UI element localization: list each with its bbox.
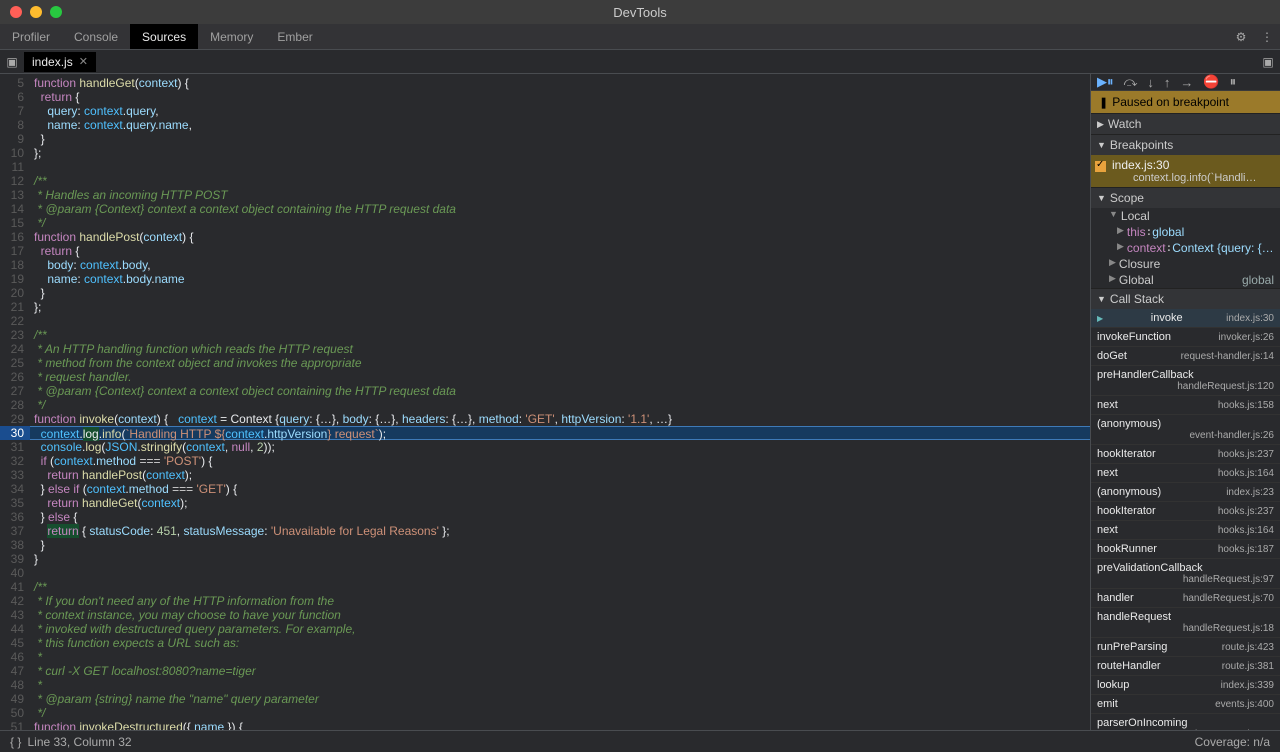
callstack-frame[interactable]: (anonymous)event-handler.js:26 bbox=[1091, 415, 1280, 445]
step-into-icon[interactable]: ↓ bbox=[1147, 75, 1154, 90]
callstack-frame[interactable]: emitevents.js:400 bbox=[1091, 695, 1280, 714]
debugger-toolbar: ▶⏸ ⤼ ↓ ↑ → ⛔ ⏸ bbox=[1091, 74, 1280, 91]
scope-context[interactable]: ▶context: Context {query: {… bbox=[1091, 240, 1280, 256]
breakpoint-entry[interactable]: index.js:30 context.log.info(`Handli… bbox=[1091, 155, 1280, 187]
file-tab[interactable]: index.js ✕ bbox=[24, 52, 96, 72]
status-bar: { } Line 33, Column 32 Coverage: n/a bbox=[0, 730, 1280, 752]
callstack-frame[interactable]: parserOnIncoming_http_server.js:897 bbox=[1091, 714, 1280, 730]
callstack-frame[interactable]: doGetrequest-handler.js:14 bbox=[1091, 347, 1280, 366]
scope-this[interactable]: ▶this: global bbox=[1091, 224, 1280, 240]
callstack-frame[interactable]: lookupindex.js:339 bbox=[1091, 676, 1280, 695]
section-scope[interactable]: ▼Scope bbox=[1091, 187, 1280, 208]
breakpoint-checkbox[interactable] bbox=[1095, 161, 1106, 172]
code-editor[interactable]: 5678910111213141516171819202122232425262… bbox=[0, 74, 1090, 730]
section-breakpoints[interactable]: ▼Breakpoints bbox=[1091, 134, 1280, 155]
scope-global[interactable]: ▶Globalglobal bbox=[1091, 272, 1280, 288]
scope-local[interactable]: ▼Local bbox=[1091, 208, 1280, 224]
main-area: 5678910111213141516171819202122232425262… bbox=[0, 74, 1280, 730]
section-watch[interactable]: ▶Watch bbox=[1091, 113, 1280, 134]
more-icon[interactable]: ⋮ bbox=[1254, 24, 1280, 49]
callstack-frame[interactable]: preValidationCallbackhandleRequest.js:97 bbox=[1091, 559, 1280, 589]
window-controls bbox=[0, 6, 62, 18]
callstack-frame[interactable]: hookRunnerhooks.js:187 bbox=[1091, 540, 1280, 559]
tab-ember[interactable]: Ember bbox=[265, 24, 324, 49]
close-window[interactable] bbox=[10, 6, 22, 18]
tab-profiler[interactable]: Profiler bbox=[0, 24, 62, 49]
breakpoint-snippet: context.log.info(`Handli… bbox=[1111, 172, 1274, 184]
callstack-frame[interactable]: handleRequesthandleRequest.js:18 bbox=[1091, 608, 1280, 638]
section-callstack[interactable]: ▼Call Stack bbox=[1091, 288, 1280, 309]
step-out-icon[interactable]: ↑ bbox=[1164, 75, 1171, 90]
minimize-window[interactable] bbox=[30, 6, 42, 18]
file-bar: ▣ index.js ✕ ▣ bbox=[0, 50, 1280, 74]
callstack-frame[interactable]: runPreParsingroute.js:423 bbox=[1091, 638, 1280, 657]
callstack-frame[interactable]: nexthooks.js:164 bbox=[1091, 521, 1280, 540]
coverage-status: Coverage: n/a bbox=[1195, 735, 1270, 749]
callstack-frame[interactable]: nexthooks.js:158 bbox=[1091, 396, 1280, 415]
code-content[interactable]: function handleGet(context) { return { q… bbox=[30, 74, 1090, 730]
callstack-frame[interactable]: nexthooks.js:164 bbox=[1091, 464, 1280, 483]
callstack-frame[interactable]: invokeindex.js:30 bbox=[1091, 309, 1280, 328]
paused-banner: ❚ Paused on breakpoint bbox=[1091, 91, 1280, 113]
step-over-icon[interactable]: ⤼ bbox=[1124, 74, 1138, 90]
callstack-frame[interactable]: preHandlerCallbackhandleRequest.js:120 bbox=[1091, 366, 1280, 396]
settings-icon[interactable]: ⚙ bbox=[1228, 24, 1254, 49]
line-gutter[interactable]: 5678910111213141516171819202122232425262… bbox=[0, 74, 30, 730]
callstack-frame[interactable]: invokeFunctioninvoker.js:26 bbox=[1091, 328, 1280, 347]
panel-tabs: ProfilerConsoleSourcesMemoryEmber ⚙ ⋮ bbox=[0, 24, 1280, 50]
pause-exceptions-icon[interactable]: ⏸ bbox=[1230, 74, 1237, 90]
scope-closure[interactable]: ▶Closure bbox=[1091, 256, 1280, 272]
callstack-frame[interactable]: hookIteratorhooks.js:237 bbox=[1091, 445, 1280, 464]
callstack-frame[interactable]: hookIteratorhooks.js:237 bbox=[1091, 502, 1280, 521]
debugger-panel: ▶⏸ ⤼ ↓ ↑ → ⛔ ⏸ ❚ Paused on breakpoint ▶W… bbox=[1090, 74, 1280, 730]
debugger-toggle-icon[interactable]: ▣ bbox=[1256, 50, 1280, 74]
resume-icon[interactable]: ▶⏸ bbox=[1097, 74, 1114, 90]
zoom-window[interactable] bbox=[50, 6, 62, 18]
window-title: DevTools bbox=[613, 5, 666, 20]
deactivate-bp-icon[interactable]: ⛔ bbox=[1203, 74, 1219, 90]
cursor-position: Line 33, Column 32 bbox=[27, 735, 131, 749]
callstack-frame[interactable]: handlerhandleRequest.js:70 bbox=[1091, 589, 1280, 608]
step-icon[interactable]: → bbox=[1180, 75, 1193, 90]
format-icon[interactable]: { } bbox=[10, 735, 21, 749]
callstack-frame[interactable]: routeHandlerroute.js:381 bbox=[1091, 657, 1280, 676]
tab-sources[interactable]: Sources bbox=[130, 24, 198, 49]
callstack-frame[interactable]: (anonymous)index.js:23 bbox=[1091, 483, 1280, 502]
navigator-toggle-icon[interactable]: ▣ bbox=[0, 50, 24, 74]
file-tab-label: index.js bbox=[32, 55, 73, 69]
tab-memory[interactable]: Memory bbox=[198, 24, 265, 49]
titlebar: DevTools bbox=[0, 0, 1280, 24]
tab-console[interactable]: Console bbox=[62, 24, 130, 49]
close-tab-icon[interactable]: ✕ bbox=[79, 55, 88, 68]
